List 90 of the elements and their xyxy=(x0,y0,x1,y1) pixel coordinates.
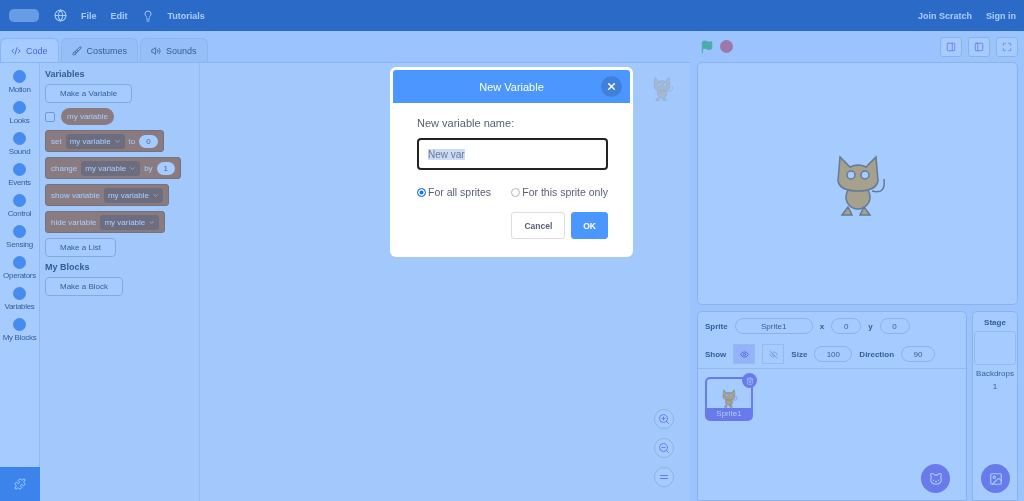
hide-button[interactable] xyxy=(762,344,785,364)
caret-icon xyxy=(148,218,156,226)
field-label: x xyxy=(819,321,825,331)
category-dot[interactable] xyxy=(13,100,26,114)
backdrops-count: 1 xyxy=(992,382,998,391)
cancel-button[interactable]: Cancel xyxy=(511,212,566,239)
category-dot[interactable] xyxy=(13,317,26,331)
category-label[interactable]: Variables xyxy=(4,301,35,311)
variable-block[interactable]: hide variable my variable xyxy=(45,211,166,233)
category-label[interactable]: Control xyxy=(7,208,32,218)
make-list-button[interactable]: Make a List xyxy=(45,238,116,257)
show-button[interactable] xyxy=(733,344,756,364)
radio-label[interactable]: For all sprites xyxy=(428,186,491,198)
menu-item[interactable]: Edit xyxy=(110,10,128,21)
caret-icon xyxy=(151,191,159,199)
palette-heading: My Blocks xyxy=(45,262,90,272)
trash-icon xyxy=(745,376,754,385)
category-dot[interactable] xyxy=(13,162,26,176)
category-dot[interactable] xyxy=(13,131,26,145)
eye-off-icon xyxy=(768,349,778,359)
close-button[interactable] xyxy=(601,76,622,97)
dialog-title: New Variable xyxy=(479,80,544,93)
category-dot[interactable] xyxy=(13,255,26,269)
zoom-in-icon xyxy=(658,413,670,425)
ok-button[interactable]: OK xyxy=(571,212,608,239)
stop-button[interactable] xyxy=(720,40,733,53)
input-field[interactable]: New var xyxy=(417,138,608,170)
flag-icon[interactable] xyxy=(700,39,714,54)
category-dot[interactable] xyxy=(13,69,26,83)
field-label: Sprite xyxy=(705,321,728,331)
radio-label[interactable]: For this sprite only xyxy=(522,186,608,198)
small-stage-button[interactable] xyxy=(940,36,962,57)
radio-button[interactable] xyxy=(417,187,426,197)
eye-icon xyxy=(739,349,749,359)
zoom-out-button[interactable] xyxy=(654,438,674,458)
category-label[interactable]: Sound xyxy=(8,146,31,156)
large-stage-button[interactable] xyxy=(968,36,990,57)
fullscreen-button[interactable] xyxy=(996,36,1018,57)
category-label[interactable]: Sensing xyxy=(6,239,33,249)
panel-icon xyxy=(974,41,984,52)
close-icon xyxy=(606,81,617,92)
category-label[interactable]: Operators xyxy=(3,270,36,280)
make-variable-button[interactable]: Make a Variable xyxy=(45,84,133,103)
code-icon xyxy=(11,45,21,56)
field-label: Show xyxy=(705,349,727,359)
account-link[interactable]: Join Scratch xyxy=(917,10,972,21)
brush-icon xyxy=(71,45,82,56)
image-icon xyxy=(988,471,1003,486)
category-dot[interactable] xyxy=(13,286,26,300)
field-label: New variable name: xyxy=(417,117,516,129)
globe-icon[interactable] xyxy=(54,9,67,22)
fullscreen-icon xyxy=(1002,41,1012,52)
delete-button[interactable] xyxy=(742,373,757,388)
field-label: y xyxy=(868,321,873,331)
field-label: Direction xyxy=(859,349,895,359)
caret-icon xyxy=(129,164,137,172)
speaker-icon xyxy=(151,45,162,56)
category-dot[interactable] xyxy=(13,193,26,207)
category-label[interactable]: Looks xyxy=(9,115,30,125)
variable-block[interactable]: show variable my variable xyxy=(45,184,169,206)
sprite-name: Sprite1 xyxy=(707,408,751,419)
category-dot[interactable] xyxy=(13,224,26,238)
lightbulb-icon xyxy=(141,9,154,22)
editor-tab[interactable]: Sounds xyxy=(140,38,208,62)
editor-tab[interactable]: Code xyxy=(0,38,59,62)
panel-icon xyxy=(946,41,956,52)
variable-reporter[interactable]: my variable xyxy=(61,108,114,125)
category-label[interactable]: My Blocks xyxy=(2,332,37,342)
cat-icon xyxy=(928,471,943,486)
reset-zoom-button[interactable] xyxy=(654,467,674,487)
category-label[interactable]: Motion xyxy=(8,84,31,94)
zoom-in-button[interactable] xyxy=(654,409,674,429)
palette-heading: Variables xyxy=(45,69,85,79)
menu-item[interactable]: File xyxy=(81,10,97,21)
add-extension-button[interactable] xyxy=(0,467,40,501)
tutorials-link[interactable]: Tutorials xyxy=(167,10,205,21)
checkbox[interactable] xyxy=(45,111,55,122)
category-label[interactable]: Events xyxy=(8,177,31,187)
zoom-out-icon xyxy=(658,442,670,454)
account-link[interactable]: Sign in xyxy=(986,10,1016,21)
field-label: Size xyxy=(791,349,808,359)
backdrop-thumbnail[interactable] xyxy=(974,331,1016,365)
backdrops-label: Backdrops xyxy=(976,369,1014,378)
cat-drawing xyxy=(720,388,738,408)
radio-button[interactable] xyxy=(511,187,521,197)
stage-title: Stage xyxy=(984,318,1006,327)
puzzle-icon xyxy=(13,478,26,490)
make-block-button[interactable]: Make a Block xyxy=(45,277,124,296)
editor-tab[interactable]: Costumes xyxy=(60,38,139,62)
variable-block[interactable]: change my variable by 1 xyxy=(45,157,182,179)
